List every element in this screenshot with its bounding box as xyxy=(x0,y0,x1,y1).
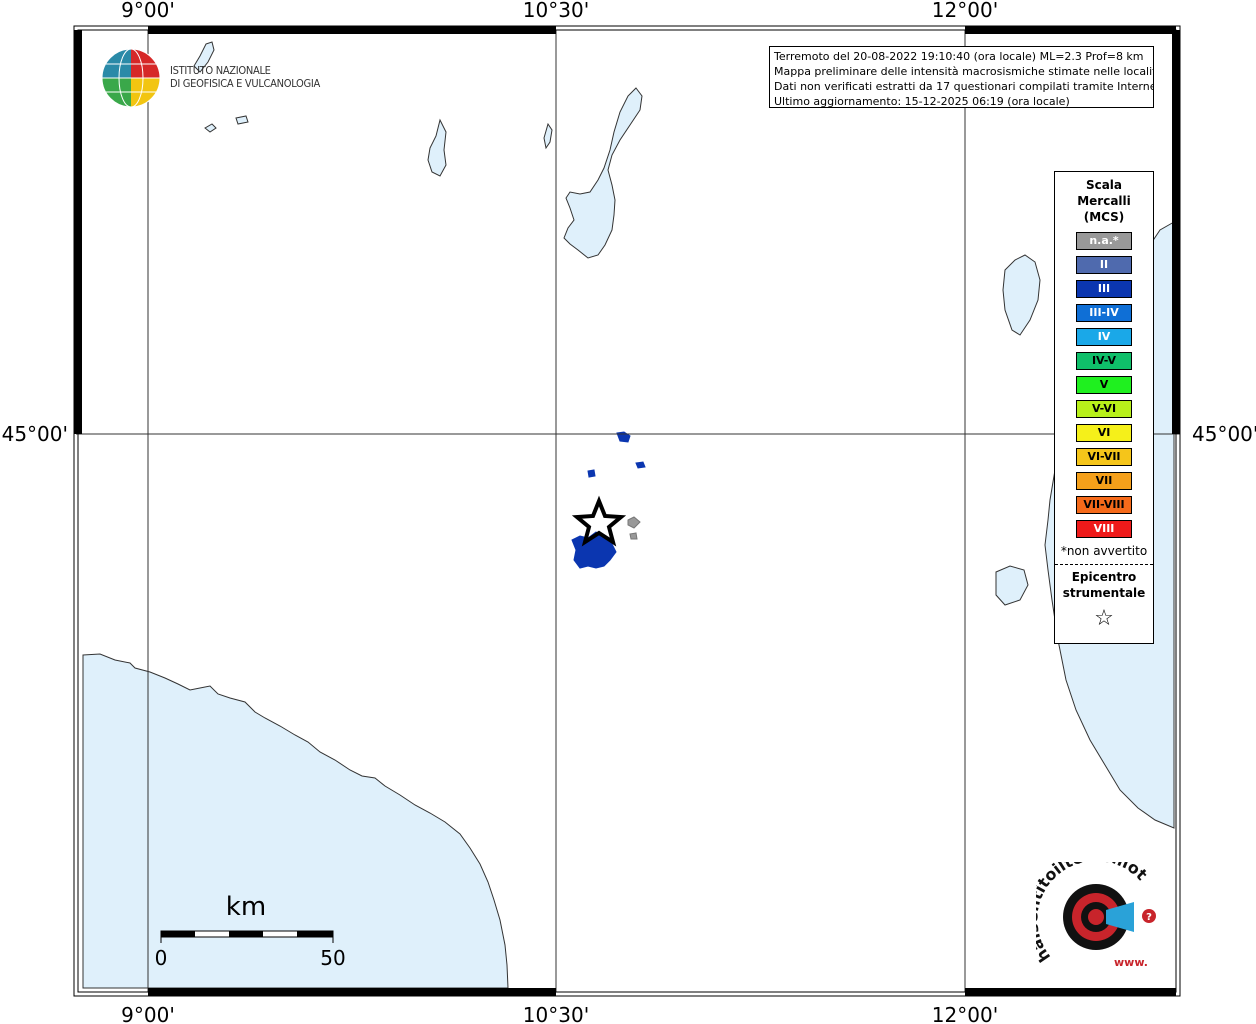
ingv-name-line1: ISTITUTO NAZIONALE xyxy=(170,64,271,77)
scale-max-label: 50 xyxy=(320,946,345,970)
lat-label-left: 45°00' xyxy=(2,422,68,446)
event-info-line4: Ultimo aggiornamento: 15-12-2025 06:19 (… xyxy=(774,95,1070,108)
legend-item: VII-VIII xyxy=(1076,496,1132,514)
legend-title-line2: Mercalli xyxy=(1077,194,1131,208)
legend-epicenter-label: Epicentro strumentale xyxy=(1055,569,1153,601)
legend-item: II xyxy=(1076,256,1132,274)
lon-label-top-2: 10°30' xyxy=(523,0,589,22)
intensity-areas xyxy=(571,431,646,569)
legend-item: V xyxy=(1076,376,1132,394)
intensity-area-na-2 xyxy=(629,532,638,540)
venice-lagoon xyxy=(1002,254,1041,336)
ingv-globe-icon xyxy=(101,48,161,108)
water-bodies xyxy=(82,41,1175,989)
intensity-area-III-4 xyxy=(587,469,596,478)
legend-title-line1: Scala xyxy=(1085,178,1123,192)
lake-small-2 xyxy=(235,115,249,125)
legend-item: n.a.* xyxy=(1076,232,1132,250)
legend-items: n.a.* II III III-IV IV IV-V V V-VI VI VI-VII VII VI… xyxy=(1055,232,1153,538)
lat-label-right: 45°00' xyxy=(1192,422,1256,446)
intensity-area-na-1 xyxy=(627,516,641,529)
legend-star-icon: ☆ xyxy=(1094,606,1114,631)
lake-iseo xyxy=(427,118,447,177)
ligurian-sea xyxy=(82,653,509,989)
mcs-legend: Scala Mercalli (MCS) n.a.* II III III-IV IV I… xyxy=(1054,171,1154,644)
legend-item: IV-V xyxy=(1076,352,1132,370)
scale-min-label: 0 xyxy=(155,946,168,970)
legend-epicenter-line2: strumentale xyxy=(1062,586,1146,600)
event-info-line2: Mappa preliminare delle intensità macros… xyxy=(774,65,1154,78)
legend-epicenter-line1: Epicentro xyxy=(1071,570,1137,584)
legend-item: III xyxy=(1076,280,1132,298)
lon-label-bottom-1: 9°00' xyxy=(121,1003,175,1024)
comacchio-lagoon xyxy=(995,565,1029,606)
legend-title-line3: (MCS) xyxy=(1083,210,1125,224)
event-info-line1: Terremoto del 20-08-2022 19:10:40 (ora l… xyxy=(774,50,1144,63)
legend-note: *non avvertito xyxy=(1060,544,1148,558)
haisentito-www: www. xyxy=(1114,956,1148,969)
intensity-area-III-3 xyxy=(635,461,646,469)
target-icon: ? xyxy=(1063,884,1156,950)
lake-small-1 xyxy=(204,123,217,133)
lon-label-bottom-3: 12°00' xyxy=(932,1003,998,1024)
event-info-line3: Dati non verificati estratti da 17 quest… xyxy=(774,80,1154,93)
svg-text:?: ? xyxy=(1146,912,1152,923)
ingv-name-line2: DI GEOFISICA E VULCANOLOGIA xyxy=(170,77,320,90)
lon-label-bottom-2: 10°30' xyxy=(523,1003,589,1024)
event-info-box: Terremoto del 20-08-2022 19:10:40 (ora l… xyxy=(769,46,1154,108)
legend-item: VI-VII xyxy=(1076,448,1132,466)
haisentito-logo: ? haisentitoilterremoto.it www. xyxy=(1036,862,1156,969)
lon-label-top-1: 9°00' xyxy=(121,0,175,22)
ingv-name: ISTITUTO NAZIONALE DI GEOFISICA E VULCAN… xyxy=(170,64,320,90)
legend-item: VI xyxy=(1076,424,1132,442)
legend-separator xyxy=(1055,564,1153,565)
legend-item: III-IV xyxy=(1076,304,1132,322)
legend-item: V-VI xyxy=(1076,400,1132,418)
legend-item: IV xyxy=(1076,328,1132,346)
lake-idro xyxy=(543,122,553,150)
legend-title: Scala Mercalli (MCS) xyxy=(1055,177,1153,225)
lake-garda xyxy=(563,87,643,259)
legend-item: VIII xyxy=(1076,520,1132,538)
legend-item: VII xyxy=(1076,472,1132,490)
scale-unit: km xyxy=(226,892,266,922)
lon-label-top-3: 12°00' xyxy=(932,0,998,22)
